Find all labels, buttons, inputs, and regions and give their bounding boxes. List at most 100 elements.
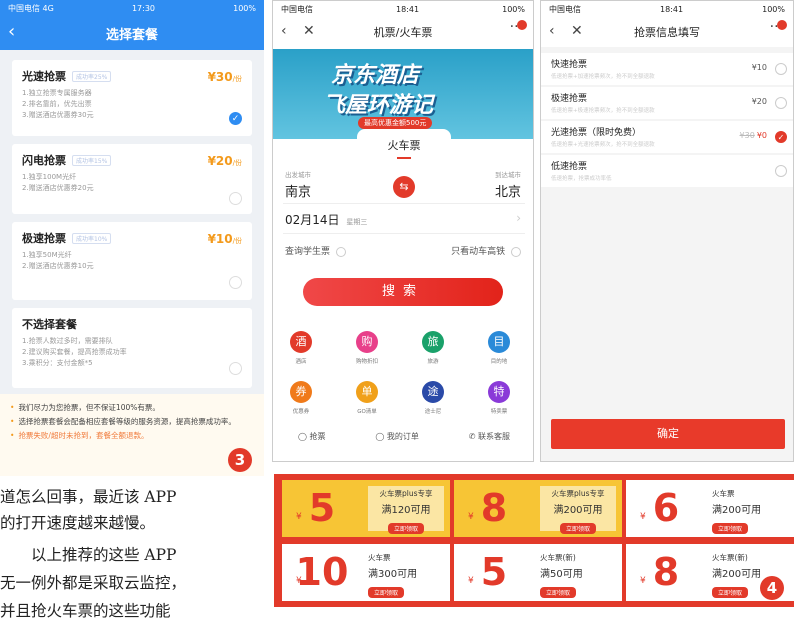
checkbox-icon [335, 246, 346, 257]
option-speed[interactable]: 极速抢票 低速抢票+极速抢票频次，抢不到全额退款 ¥20 [541, 87, 793, 119]
coupon-amount: 10 [295, 550, 349, 594]
radio-button[interactable] [775, 63, 787, 75]
contact-service-link[interactable]: ✆ 联系客服 [469, 431, 510, 442]
package-desc: 2.建议购买套餐，提高抢票成功率 [22, 348, 127, 356]
option-desc: 低速抢票+光速抢票频次，抢不到全额退款 [551, 142, 655, 148]
claim-button[interactable]: 立即领取 [540, 587, 577, 598]
option-light[interactable]: 光速抢票（限时免费） 低速抢票+光速抢票频次，抢不到全额退款 ¥30 ¥0 ✓ [541, 121, 793, 153]
close-icon[interactable]: ✕ [571, 23, 583, 39]
back-icon[interactable]: ‹ [281, 23, 287, 39]
status-bar: 中国电信 18:41 100% [273, 1, 533, 17]
coupon-card[interactable]: ¥5 火车票(新) 满50可用 立即领取 [454, 544, 622, 601]
option-fast[interactable]: 快速抢票 低速抢票+加速抢票频次，抢不到全额退款 ¥10 [541, 53, 793, 85]
back-icon[interactable]: ‹ [8, 22, 15, 42]
claim-button[interactable]: 立即领取 [387, 523, 424, 534]
package-desc: 2.排名靠前，优先出票 [22, 100, 92, 108]
option-name: 快速抢票 [551, 60, 588, 70]
grab-ticket-link[interactable]: ◯ 抢票 [298, 431, 326, 442]
option-desc: 低速抢票+极速抢票频次，抢不到全额退款 [551, 108, 655, 114]
clock-text: 18:41 [660, 4, 684, 14]
article-line: 并且抢火车票的这些功能 [0, 602, 171, 620]
banner-subtitle: 飞屋环游记 [323, 93, 434, 118]
tab-train[interactable]: 火车票 [357, 129, 451, 163]
radio-button[interactable] [229, 192, 242, 205]
date-picker[interactable]: 02月14日 星期三 [285, 211, 367, 228]
option-desc: 低速抢票，抢票成功率低 [551, 176, 612, 182]
coupon-amount: 8 [480, 486, 508, 530]
coupon-amount: 6 [652, 486, 680, 530]
clock-text: 17:30 [131, 3, 156, 13]
coupon-amount: 5 [480, 550, 508, 594]
success-rate-tag: 成功率25% [72, 70, 112, 82]
radio-button[interactable] [229, 276, 242, 289]
coupon-title: 火车票plus专享 [379, 489, 433, 498]
high-speed-toggle[interactable]: 只看动车高铁 [451, 244, 521, 257]
service-hotel[interactable]: 酒酒店 [279, 331, 323, 365]
package-desc: 1.独立抢票专属服务器 [22, 89, 92, 97]
service-sale-ticket[interactable]: 特特卖票 [477, 381, 521, 415]
service-tourney[interactable]: 途途士尼 [411, 381, 455, 415]
service-travel[interactable]: 旅旅游 [411, 331, 455, 365]
option-price: ¥20 [751, 97, 767, 106]
claim-button[interactable]: 立即领取 [712, 587, 749, 598]
back-icon[interactable]: ‹ [549, 23, 555, 39]
claim-button[interactable]: 立即领取 [712, 523, 749, 534]
service-go-list[interactable]: 单 GO清单 [345, 381, 389, 415]
new-price: ¥0 [756, 131, 767, 140]
service-destination[interactable]: 目目的地 [477, 331, 521, 365]
service-label: 优惠券 [292, 409, 310, 415]
notification-dot [517, 20, 527, 30]
package-desc: 2.赠送酒店优惠券10元 [22, 262, 94, 270]
service-label: 购物折扣 [355, 359, 378, 365]
price-unit: /份 [232, 75, 242, 83]
swap-icon[interactable]: ⇆ [393, 176, 415, 198]
banner-offer: 最高优惠金额500元 [358, 117, 433, 129]
student-label: 查询学生票 [285, 247, 331, 257]
package-card-flash[interactable]: 闪电抢票 成功率15% 1.独享100M光纤 2.赠送酒店优惠券20元 ¥20/份 [12, 144, 252, 214]
tab-flights[interactable]: 国内国际机票 [281, 137, 341, 152]
coupon-title: 火车票(新) [712, 553, 748, 562]
package-name: 极速抢票 [22, 232, 66, 245]
my-orders-link[interactable]: ◯ 我的订单 [375, 431, 419, 442]
coupon-card[interactable]: ¥10 火车票 满300可用 立即领取 [282, 544, 450, 601]
package-desc: 1.独享50M光纤 [22, 251, 72, 259]
from-label: 出发城市 [285, 171, 311, 179]
coupon-card[interactable]: ¥6 火车票 满200可用 立即领取 [626, 480, 794, 537]
search-button[interactable]: 搜索 [303, 278, 503, 306]
ticket-tabs: 国内国际机票 火车票 汽车票 [273, 129, 533, 163]
package-card-speed[interactable]: 极速抢票 成功率10% 1.独享50M光纤 2.赠送酒店优惠券10元 ¥10/份 [12, 222, 252, 300]
check-icon[interactable]: ✓ [775, 131, 787, 143]
check-icon[interactable]: ✓ [229, 112, 242, 125]
option-slow[interactable]: 低速抢票 低速抢票，抢票成功率低 [541, 155, 793, 187]
tab-bus[interactable]: 汽车票 [469, 137, 499, 152]
radio-button[interactable] [775, 97, 787, 109]
package-card-light[interactable]: 光速抢票 成功率25% 1.独立抢票专属服务器 2.排名靠前，优先出票 3.赠送酒… [12, 60, 252, 136]
promo-banner[interactable]: 京东酒店 飞屋环游记 最高优惠金额500元 [273, 49, 533, 139]
notice-text: 抢票失败/超时未抢到，套餐全额退款。 [18, 431, 149, 440]
service-coupon[interactable]: 券优惠券 [279, 381, 323, 415]
divider [283, 203, 525, 204]
student-ticket-toggle[interactable]: 查询学生票 [285, 244, 346, 257]
to-city[interactable]: 北京 [495, 181, 521, 200]
weekday: 星期三 [346, 218, 368, 226]
radio-button[interactable] [229, 362, 242, 375]
page-title: 选择套餐 [105, 27, 158, 43]
coupon-card[interactable]: ¥8 火车票plus专享 满200可用 立即领取 [454, 480, 622, 537]
claim-button[interactable]: 立即领取 [559, 523, 596, 534]
destination-icon: 目 [488, 331, 510, 353]
coupon-card[interactable]: ¥5 火车票plus专享 满120可用 立即领取 [282, 480, 450, 537]
notice-text: 我们尽力为您抢票，但不保证100%有票。 [18, 403, 160, 412]
carrier-text: 中国电信 4G [8, 3, 54, 13]
confirm-button[interactable]: 确定 [551, 419, 785, 449]
service-label: 特卖票 [490, 409, 508, 415]
service-label: 途士尼 [424, 409, 442, 415]
banner-title: 京东酒店 [331, 63, 420, 88]
claim-button[interactable]: 立即领取 [368, 587, 405, 598]
service-shopping[interactable]: 购购物折扣 [345, 331, 389, 365]
close-icon[interactable]: ✕ [303, 23, 315, 39]
package-card-none[interactable]: 不选择套餐 1.抢票人数过多时，需要排队 2.建议购买套餐，提高抢票成功率 3.… [12, 308, 252, 388]
from-city[interactable]: 南京 [285, 181, 311, 200]
package-name: 闪电抢票 [22, 154, 66, 167]
package-desc: 1.抢票人数过多时，需要排队 [22, 337, 113, 345]
radio-button[interactable] [775, 165, 787, 177]
